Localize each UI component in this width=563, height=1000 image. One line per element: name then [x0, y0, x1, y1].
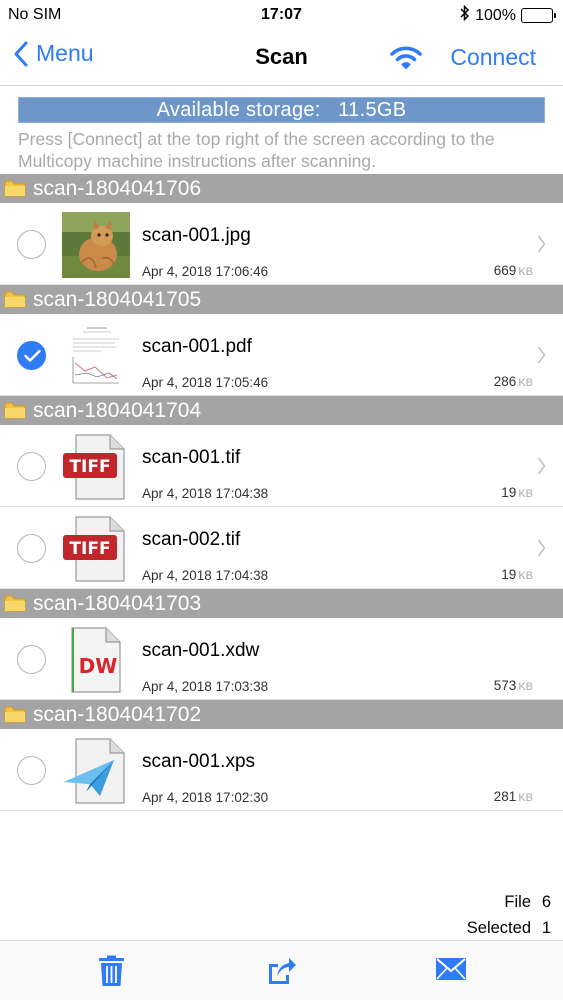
- tiff-badge-text: TIFF: [69, 457, 110, 477]
- file-count-row: File 6: [467, 889, 551, 915]
- back-button[interactable]: Menu: [14, 40, 94, 67]
- folder-icon: [4, 291, 26, 308]
- file-name: scan-002.tif: [142, 529, 241, 550]
- selected-count-label: Selected: [466, 919, 531, 937]
- folder-icon: [4, 706, 26, 723]
- chevron-right-icon: [537, 457, 546, 475]
- file-size: 19 KB: [501, 485, 533, 500]
- bluetooth-icon: [460, 4, 470, 26]
- cat-photo-thumbnail: [62, 212, 130, 278]
- file-size: 286 KB: [493, 374, 533, 389]
- group-name: scan-1804041704: [33, 398, 202, 422]
- file-date: Apr 4, 2018 17:02:30: [142, 790, 269, 805]
- chevron-right-icon: [537, 539, 546, 557]
- file-name: scan-001.jpg: [142, 225, 251, 246]
- bottom-toolbar: [0, 940, 563, 1000]
- group-name: scan-1804041705: [33, 287, 202, 311]
- tiff-file-icon: TIFF: [63, 516, 125, 582]
- tiff-file-icon: TIFF: [63, 434, 125, 500]
- select-checkbox[interactable]: [17, 756, 46, 785]
- file-date: Apr 4, 2018 17:03:38: [142, 679, 269, 694]
- file-name: scan-001.pdf: [142, 336, 252, 357]
- file-thumbnail: TIFF: [62, 516, 130, 582]
- select-checkbox[interactable]: [17, 230, 46, 259]
- file-thumbnail: [62, 323, 130, 389]
- xps-file-icon: [64, 738, 125, 804]
- battery-icon: [521, 8, 556, 23]
- file-size: 669 KB: [493, 263, 533, 278]
- group-header: scan-1804041703: [0, 589, 563, 618]
- file-thumbnail: [62, 738, 130, 804]
- file-row[interactable]: scan-001.jpg Apr 4, 2018 17:06:46 669 KB: [0, 203, 563, 285]
- instructions-text: Press [Connect] at the top right of the …: [18, 129, 495, 171]
- selection-counts: File 6 Selected 1: [467, 889, 551, 941]
- file-count-value: 6: [541, 893, 551, 911]
- file-name: scan-001.xps: [142, 751, 256, 772]
- file-count-label: File: [504, 893, 531, 911]
- back-button-label: Menu: [36, 40, 94, 66]
- status-right: 100%: [460, 4, 556, 26]
- chevron-right-icon: [537, 235, 546, 253]
- storage-value: 11.5GB: [338, 99, 407, 121]
- trash-icon[interactable]: [97, 955, 126, 992]
- checkmark-icon: [24, 349, 41, 362]
- wifi-icon[interactable]: [389, 44, 423, 75]
- file-size: 19 KB: [501, 567, 533, 582]
- connect-button[interactable]: Connect: [450, 44, 536, 71]
- mail-icon[interactable]: [435, 957, 467, 986]
- pdf-document-thumbnail: [67, 323, 125, 389]
- select-checkbox[interactable]: [17, 534, 46, 563]
- folder-icon: [4, 402, 26, 419]
- battery-percent: 100%: [475, 6, 516, 24]
- file-row[interactable]: TIFF scan-001.tif Apr 4, 2018 17:04:38 1…: [0, 425, 563, 507]
- file-thumbnail: DW: [62, 627, 130, 693]
- chevron-right-icon: [537, 346, 546, 364]
- file-name: scan-001.xdw: [142, 640, 260, 661]
- file-row[interactable]: scan-001.xps Apr 4, 2018 17:02:30 281 KB: [0, 729, 563, 811]
- docuworks-badge-text: DW: [79, 654, 118, 678]
- select-checkbox[interactable]: [17, 341, 46, 370]
- file-thumbnail: TIFF: [62, 434, 130, 500]
- folder-icon: [4, 595, 26, 612]
- select-checkbox[interactable]: [17, 645, 46, 674]
- docuworks-file-icon: DW: [71, 627, 121, 693]
- group-name: scan-1804041702: [33, 702, 202, 726]
- share-icon[interactable]: [265, 955, 297, 992]
- navigation-bar: Menu Scan Connect: [0, 30, 563, 86]
- group-header: scan-1804041704: [0, 396, 563, 425]
- selected-count-value: 1: [541, 919, 551, 937]
- file-row[interactable]: TIFF scan-002.tif Apr 4, 2018 17:04:38 1…: [0, 507, 563, 589]
- group-name: scan-1804041703: [33, 591, 202, 615]
- group-header: scan-1804041702: [0, 700, 563, 729]
- select-checkbox[interactable]: [17, 452, 46, 481]
- file-name: scan-001.tif: [142, 447, 241, 468]
- file-date: Apr 4, 2018 17:04:38: [142, 568, 269, 583]
- file-list: scan-1804041706 scan-001.jpg Apr 4, 2018…: [0, 174, 563, 811]
- file-date: Apr 4, 2018 17:06:46: [142, 264, 269, 279]
- group-name: scan-1804041706: [33, 176, 202, 200]
- file-thumbnail: [62, 212, 130, 278]
- status-bar: No SIM 17:07 100%: [0, 0, 563, 30]
- file-date: Apr 4, 2018 17:04:38: [142, 486, 269, 501]
- chevron-left-icon: [14, 41, 28, 66]
- file-row[interactable]: scan-001.pdf Apr 4, 2018 17:05:46 286 KB: [0, 314, 563, 396]
- group-header: scan-1804041705: [0, 285, 563, 314]
- selected-count-row: Selected 1: [467, 915, 551, 941]
- available-storage-bar: Available storage: 11.5GB: [18, 97, 545, 123]
- file-size: 281 KB: [493, 789, 533, 804]
- file-date: Apr 4, 2018 17:05:46: [142, 375, 269, 390]
- file-row[interactable]: DW scan-001.xdw Apr 4, 2018 17:03:38 573…: [0, 618, 563, 700]
- file-size: 573 KB: [493, 678, 533, 693]
- group-header: scan-1804041706: [0, 174, 563, 203]
- storage-label: Available storage:: [156, 99, 321, 121]
- folder-icon: [4, 180, 26, 197]
- tiff-badge-text: TIFF: [69, 539, 110, 559]
